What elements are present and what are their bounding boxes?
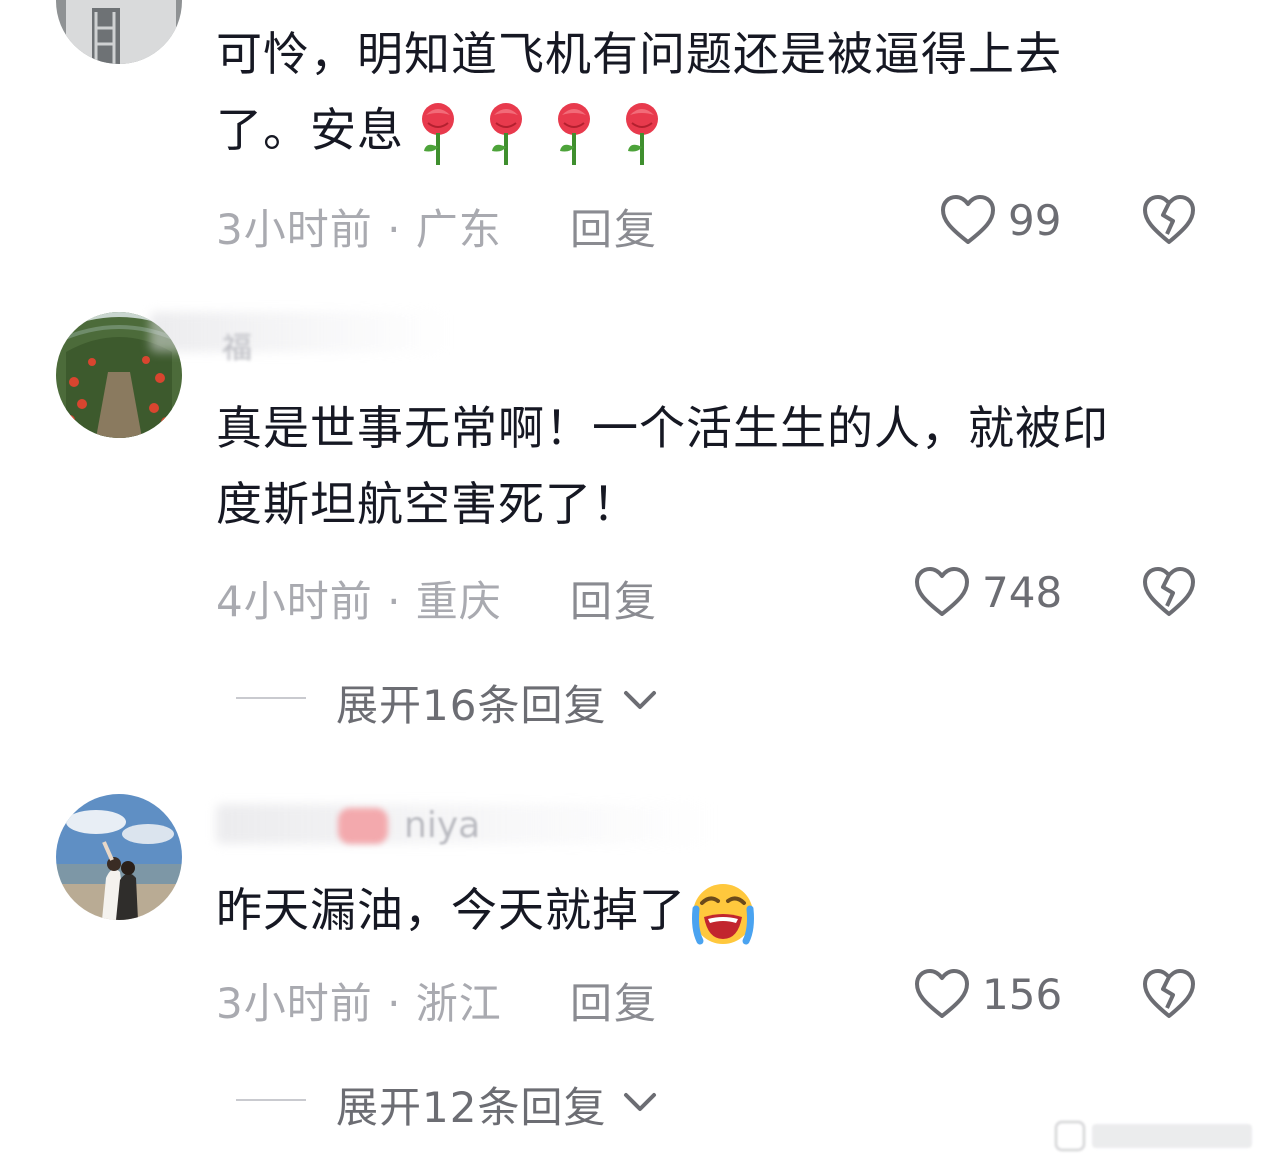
expand-replies-button[interactable]: 展开12条回复 [336, 1074, 606, 1135]
comment-text-line: 真是世事无常啊！一个活生生的人，就被印 [216, 401, 1109, 455]
heart-outline-icon[interactable] [914, 566, 970, 618]
commenter-avatar[interactable] [56, 0, 182, 64]
comment-location: 重庆 [415, 577, 502, 626]
meta-separator: · [372, 979, 416, 1028]
chevron-down-icon[interactable] [622, 688, 658, 712]
like-count: 99 [1008, 196, 1062, 245]
chevron-down-icon[interactable] [622, 1090, 658, 1114]
comment-time: 4小时前 [216, 577, 373, 626]
username-badge [338, 808, 388, 844]
meta-separator: · [372, 577, 416, 626]
meta-separator: · [372, 205, 416, 254]
broken-heart-icon[interactable] [1142, 566, 1196, 618]
username-fragment: 福 [222, 334, 252, 364]
watermark [1054, 1120, 1252, 1152]
comment-time: 3小时前 [216, 205, 373, 254]
comment-meta: 4小时前 · 重庆 [216, 568, 502, 629]
rose-emoji [626, 102, 658, 165]
broken-heart-icon[interactable] [1142, 194, 1196, 246]
heart-outline-icon[interactable] [914, 968, 970, 1020]
username-fragment: niya [404, 805, 481, 846]
loudly-crying-face-emoji [692, 883, 754, 944]
commenter-avatar[interactable] [56, 794, 182, 920]
reply-button[interactable]: 回复 [570, 568, 658, 629]
comment-text-line: 度斯坦航空害死了！ [216, 477, 639, 531]
comment-location: 广东 [415, 205, 502, 254]
comment-text: 真是世事无常啊！一个活生生的人，就被印 度斯坦航空害死了！ [216, 390, 1216, 542]
expand-replies-button[interactable]: 展开16条回复 [336, 672, 606, 733]
comment-text-line: 了。安息 [216, 92, 1216, 168]
expand-divider [236, 697, 306, 699]
rose-emoji [490, 102, 522, 165]
broken-heart-icon[interactable] [1142, 968, 1196, 1020]
reply-button[interactable]: 回复 [570, 196, 658, 257]
reply-button[interactable]: 回复 [570, 970, 658, 1031]
heart-outline-icon[interactable] [940, 194, 996, 246]
comment-location: 浙江 [415, 979, 502, 1028]
comment-meta: 3小时前 · 广东 [216, 196, 502, 257]
expand-divider [236, 1099, 306, 1101]
like-count: 156 [982, 970, 1063, 1019]
comment-text: 昨天漏油，今天就掉了 [216, 872, 1216, 948]
username-blurred[interactable] [150, 312, 450, 352]
rose-emoji [422, 102, 454, 165]
comment-meta: 3小时前 · 浙江 [216, 970, 502, 1031]
like-count: 748 [982, 568, 1063, 617]
comment-text: 可怜，明知道飞机有问题还是被逼得上去 了。安息 [216, 16, 1216, 168]
comment-time: 3小时前 [216, 979, 373, 1028]
comment-text-line: 可怜，明知道飞机有问题还是被逼得上去 [216, 27, 1062, 81]
rose-emoji [558, 102, 590, 165]
comment-text-line: 昨天漏油，今天就掉了 [216, 872, 1216, 948]
